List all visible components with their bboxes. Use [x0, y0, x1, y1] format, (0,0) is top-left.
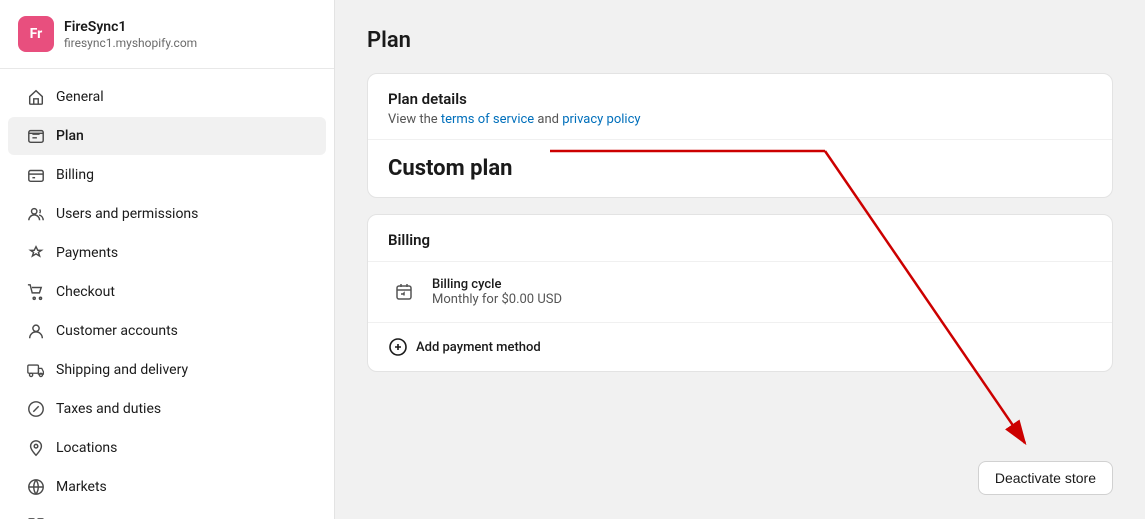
sidebar-item-checkout[interactable]: Checkout — [8, 273, 326, 311]
main-content: Plan Plan details View the terms of serv… — [335, 0, 1145, 519]
sidebar-item-users[interactable]: Users and permissions — [8, 195, 326, 233]
location-icon — [26, 438, 46, 458]
plan-name: Custom plan — [388, 156, 1092, 181]
sidebar-item-label: Checkout — [56, 284, 115, 300]
sidebar-item-customer-accounts[interactable]: Customer accounts — [8, 312, 326, 350]
sidebar-item-general[interactable]: General — [8, 78, 326, 116]
plan-details-heading: Plan details — [388, 90, 1092, 108]
markets-icon — [26, 477, 46, 497]
sidebar-item-label: Customer accounts — [56, 323, 178, 339]
store-name: FireSync1 — [64, 18, 197, 36]
nav-list: General Plan Billing — [0, 69, 334, 519]
sidebar-item-plan[interactable]: Plan — [8, 117, 326, 155]
sidebar-item-label: General — [56, 89, 104, 105]
desc-middle: and — [534, 112, 562, 127]
page-title: Plan — [367, 28, 1113, 53]
customer-icon — [26, 321, 46, 341]
billing-card: Billing Billing cycle Monthly for $0.00 … — [367, 214, 1113, 372]
payments-icon — [26, 243, 46, 263]
billing-cycle-row: Billing cycle Monthly for $0.00 USD — [368, 262, 1112, 323]
sidebar-item-markets[interactable]: Markets — [8, 468, 326, 506]
sidebar: Fr FireSync1 firesync1.myshopify.com Gen… — [0, 0, 335, 519]
store-avatar: Fr — [18, 16, 54, 52]
store-domain: firesync1.myshopify.com — [64, 36, 197, 50]
checkout-icon — [26, 282, 46, 302]
billing-heading: Billing — [368, 215, 1112, 262]
sidebar-item-payments[interactable]: Payments — [8, 234, 326, 272]
desc-prefix: View the — [388, 112, 441, 127]
plan-details-description: View the terms of service and privacy po… — [388, 112, 1092, 127]
billing-cycle-label: Billing cycle — [432, 277, 562, 292]
billing-icon — [26, 165, 46, 185]
store-header[interactable]: Fr FireSync1 firesync1.myshopify.com — [0, 0, 334, 69]
sidebar-item-billing[interactable]: Billing — [8, 156, 326, 194]
home-icon — [26, 87, 46, 107]
billing-cycle-value: Monthly for $0.00 USD — [432, 292, 562, 307]
sidebar-item-locations[interactable]: Locations — [8, 429, 326, 467]
sidebar-item-apps[interactable]: Apps and sales channels — [8, 507, 326, 519]
add-payment-label: Add payment method — [416, 340, 541, 355]
privacy-link[interactable]: privacy policy — [562, 112, 640, 127]
sidebar-item-label: Users and permissions — [56, 206, 198, 222]
sidebar-item-label: Payments — [56, 245, 118, 261]
deactivate-store-button[interactable]: Deactivate store — [978, 461, 1113, 495]
billing-cycle-icon — [388, 276, 420, 308]
plus-circle-icon — [388, 337, 408, 357]
users-icon — [26, 204, 46, 224]
sidebar-item-shipping[interactable]: Shipping and delivery — [8, 351, 326, 389]
add-payment-row[interactable]: Add payment method — [368, 323, 1112, 371]
sidebar-item-label: Shipping and delivery — [56, 362, 188, 378]
sidebar-item-label: Billing — [56, 167, 94, 183]
tos-link[interactable]: terms of service — [441, 112, 534, 127]
sidebar-item-label: Taxes and duties — [56, 401, 161, 417]
sidebar-item-taxes[interactable]: Taxes and duties — [8, 390, 326, 428]
shipping-icon — [26, 360, 46, 380]
store-info: FireSync1 firesync1.myshopify.com — [64, 18, 197, 50]
plan-details-card: Plan details View the terms of service a… — [367, 73, 1113, 198]
billing-cycle-text: Billing cycle Monthly for $0.00 USD — [432, 277, 562, 307]
sidebar-item-label: Plan — [56, 128, 84, 144]
plan-icon — [26, 126, 46, 146]
sidebar-item-label: Locations — [56, 440, 117, 456]
plan-name-section: Custom plan — [368, 140, 1112, 197]
sidebar-item-label: Markets — [56, 479, 107, 495]
plan-details-header: Plan details View the terms of service a… — [368, 74, 1112, 140]
taxes-icon — [26, 399, 46, 419]
store-initials: Fr — [30, 26, 43, 42]
